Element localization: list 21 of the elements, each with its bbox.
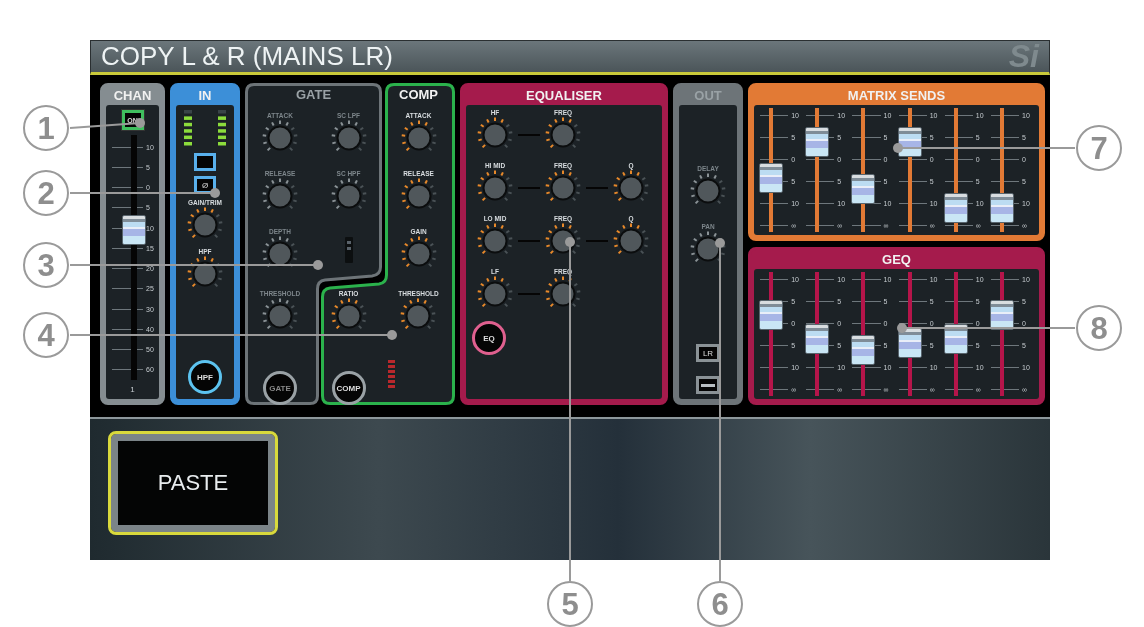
callout-number: 4 [23,312,69,358]
callout-number: 3 [23,242,69,288]
panel-header: GATE [295,86,332,102]
eq-button[interactable]: EQ [472,321,506,355]
panel-header: COMP [399,86,438,102]
paste-button[interactable]: PASTE [108,431,278,535]
callout-number: 7 [1076,125,1122,171]
callout-number: 5 [547,581,593,627]
panel-header: EQUALISER [525,87,603,105]
hpf-button[interactable]: HPF [188,360,222,394]
panel-header: MATRIX SENDS [846,87,947,105]
callout-number: 6 [697,581,743,627]
panel-header: IN [197,87,213,105]
callout-number: 1 [23,105,69,151]
lr-button[interactable]: LR [696,344,720,362]
panel-header: CHAN [112,87,153,105]
callout-number: 8 [1076,305,1122,351]
panel-header: GEQ [881,251,912,269]
window-title: COPY L & R (MAINS LR) [101,41,393,72]
channel-number: 1 [130,385,135,394]
callout-number: 2 [23,170,69,216]
